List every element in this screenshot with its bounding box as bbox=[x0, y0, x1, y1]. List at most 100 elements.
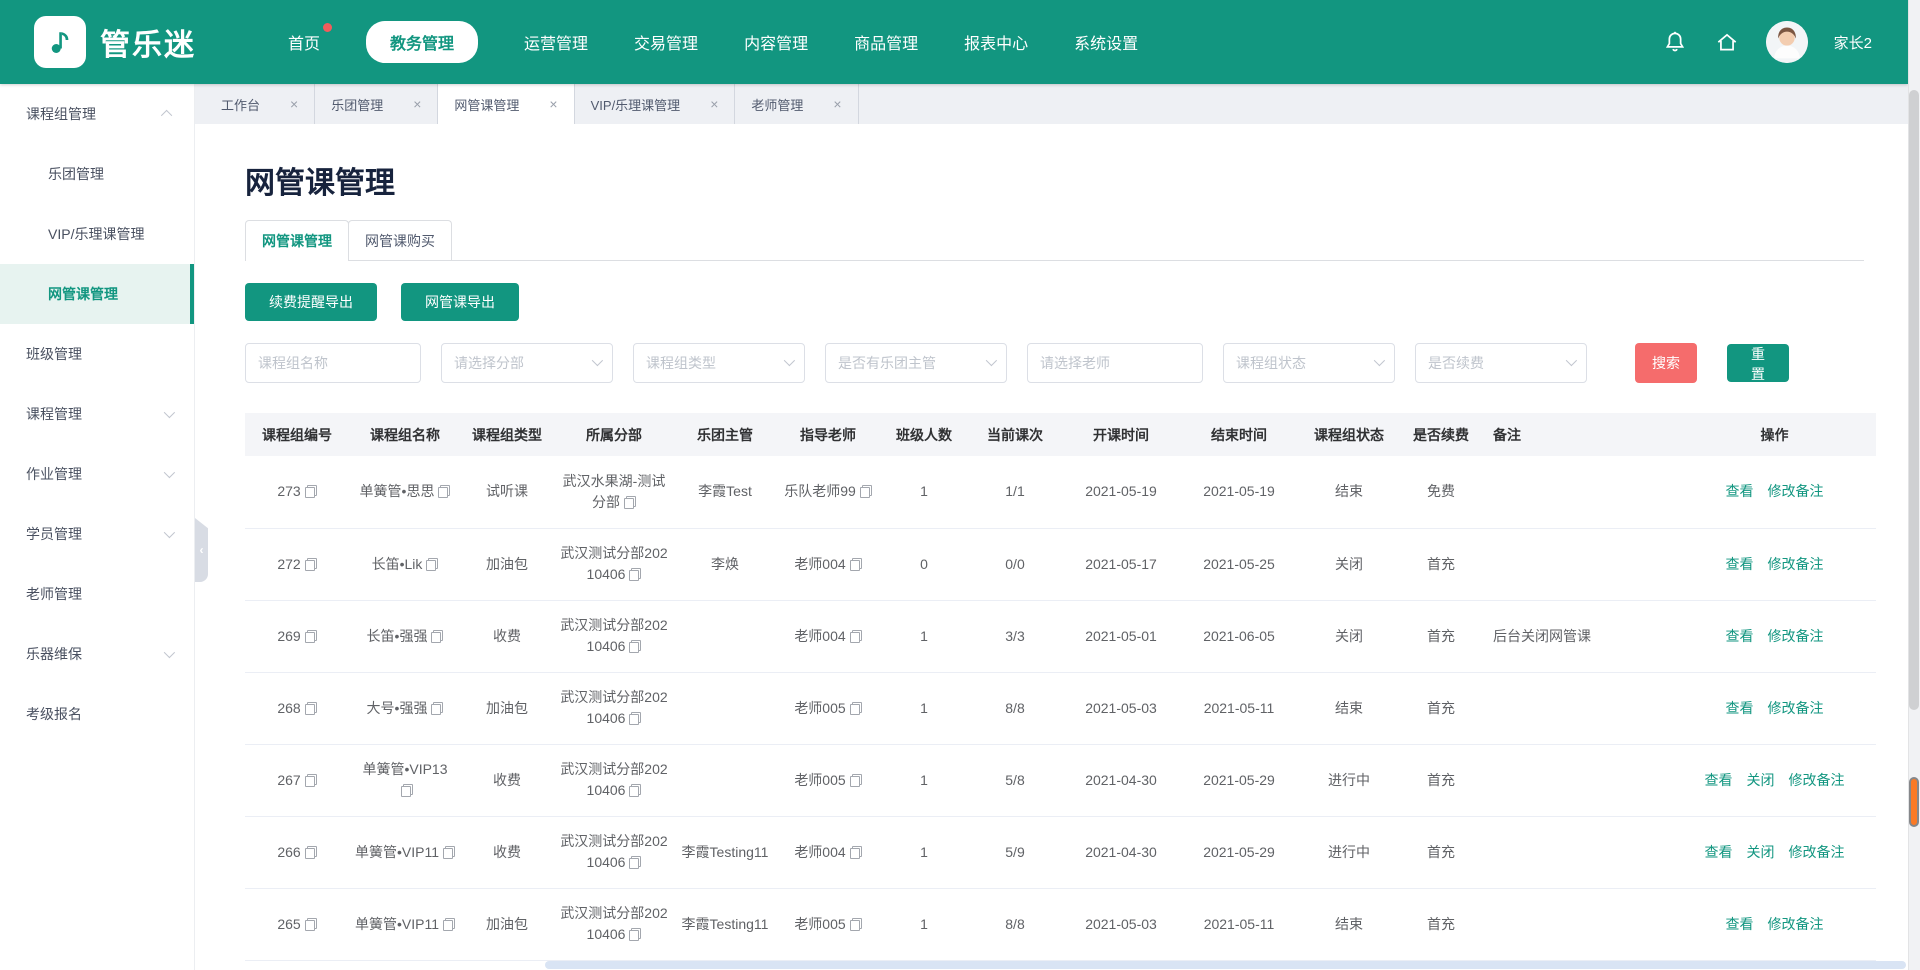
copy-icon[interactable] bbox=[629, 928, 641, 941]
close-icon[interactable]: × bbox=[833, 96, 841, 112]
page-tab[interactable]: 网管课购买 bbox=[348, 220, 452, 260]
action-link[interactable]: 关闭 bbox=[1747, 772, 1775, 788]
copy-icon[interactable] bbox=[438, 485, 450, 498]
scrollbar-marker[interactable] bbox=[1909, 777, 1919, 827]
sidebar-subitem[interactable]: 网管课管理 bbox=[0, 264, 194, 324]
export-button[interactable]: 续费提醒导出 bbox=[245, 283, 377, 321]
cell-students: 1 bbox=[881, 888, 967, 960]
filter-input-field[interactable] bbox=[1027, 343, 1203, 383]
copy-icon[interactable] bbox=[629, 568, 641, 581]
copy-icon[interactable] bbox=[305, 774, 317, 787]
nav-item[interactable]: 商品管理 bbox=[854, 30, 918, 54]
search-button[interactable]: 搜索 bbox=[1635, 343, 1697, 383]
copy-icon[interactable] bbox=[850, 774, 862, 787]
user-name[interactable]: 家长2 bbox=[1834, 32, 1872, 53]
action-link[interactable]: 查看 bbox=[1705, 844, 1733, 860]
sidebar-item[interactable]: 课程管理 bbox=[0, 384, 194, 444]
filter-select-field[interactable]: 课程组状态 bbox=[1223, 343, 1395, 383]
copy-icon[interactable] bbox=[305, 558, 317, 571]
filter-input-field[interactable] bbox=[245, 343, 421, 383]
close-icon[interactable]: × bbox=[413, 96, 421, 112]
open-tab[interactable]: 老师管理× bbox=[735, 84, 858, 124]
filter-select-field[interactable]: 是否有乐团主管 bbox=[825, 343, 1007, 383]
copy-icon[interactable] bbox=[305, 702, 317, 715]
action-link[interactable]: 修改备注 bbox=[1768, 628, 1824, 644]
copy-icon[interactable] bbox=[431, 702, 443, 715]
sidebar-item[interactable]: 学员管理 bbox=[0, 504, 194, 564]
copy-icon[interactable] bbox=[850, 630, 862, 643]
horizontal-scrollbar-thumb[interactable] bbox=[545, 961, 1906, 969]
filter-select-placeholder: 请选择分部 bbox=[454, 353, 524, 373]
avatar[interactable] bbox=[1766, 21, 1808, 63]
open-tab[interactable]: 工作台× bbox=[205, 84, 315, 124]
close-icon[interactable]: × bbox=[710, 96, 718, 112]
sidebar-item[interactable]: 考级报名 bbox=[0, 684, 194, 744]
filter-select-field[interactable]: 是否续费 bbox=[1415, 343, 1587, 383]
copy-icon[interactable] bbox=[624, 496, 636, 509]
open-tab[interactable]: 网管课管理× bbox=[438, 84, 574, 124]
copy-icon[interactable] bbox=[305, 630, 317, 643]
open-tab[interactable]: 乐团管理 × bbox=[315, 84, 438, 124]
action-link[interactable]: 修改备注 bbox=[1768, 556, 1824, 572]
copy-icon[interactable] bbox=[305, 918, 317, 931]
copy-icon[interactable] bbox=[860, 485, 872, 498]
copy-icon[interactable] bbox=[850, 846, 862, 859]
export-button[interactable]: 网管课导出 bbox=[401, 283, 519, 321]
action-link[interactable]: 修改备注 bbox=[1789, 772, 1845, 788]
nav-item[interactable]: 首页 bbox=[288, 30, 320, 54]
copy-icon[interactable] bbox=[305, 846, 317, 859]
nav-item[interactable]: 运营管理 bbox=[524, 30, 588, 54]
filter-select-field[interactable]: 课程组类型 bbox=[633, 343, 805, 383]
action-link[interactable]: 修改备注 bbox=[1768, 483, 1824, 499]
copy-icon[interactable] bbox=[850, 558, 862, 571]
nav-item[interactable]: 报表中心 bbox=[964, 30, 1028, 54]
copy-icon[interactable] bbox=[629, 784, 641, 797]
reset-button[interactable]: 重置 bbox=[1727, 344, 1789, 382]
action-link[interactable]: 查看 bbox=[1726, 916, 1754, 932]
copy-icon[interactable] bbox=[431, 630, 443, 643]
nav-item[interactable]: 教务管理 bbox=[366, 21, 478, 63]
action-link[interactable]: 查看 bbox=[1726, 556, 1754, 572]
close-icon[interactable]: × bbox=[549, 96, 557, 112]
copy-icon[interactable] bbox=[629, 856, 641, 869]
copy-icon[interactable] bbox=[443, 846, 455, 859]
action-link[interactable]: 关闭 bbox=[1747, 844, 1775, 860]
sidebar-item[interactable]: 乐器维保 bbox=[0, 624, 194, 684]
bell-icon[interactable] bbox=[1662, 29, 1688, 55]
main-nav: 首页 教务管理 运营管理 交易管理 内容管理 商品管理 报表中心 系统设置 bbox=[288, 21, 1138, 63]
action-link[interactable]: 修改备注 bbox=[1768, 916, 1824, 932]
action-link[interactable]: 查看 bbox=[1726, 628, 1754, 644]
sidebar-subitem[interactable]: 乐团管理 bbox=[0, 144, 194, 204]
table-row: 269长笛•强强收费武汉测试分部20210406老师00413/32021-05… bbox=[245, 600, 1876, 672]
action-link[interactable]: 修改备注 bbox=[1789, 844, 1845, 860]
open-tab[interactable]: VIP/乐理课管理× bbox=[575, 84, 736, 124]
action-link[interactable]: 查看 bbox=[1726, 483, 1754, 499]
open-tab-label: 乐团管理 bbox=[331, 95, 383, 114]
nav-item[interactable]: 系统设置 bbox=[1074, 30, 1138, 54]
page-tab[interactable]: 网管课管理 bbox=[245, 220, 349, 260]
sidebar-item[interactable]: 老师管理 bbox=[0, 564, 194, 624]
copy-icon[interactable] bbox=[629, 640, 641, 653]
sidebar-collapse-handle[interactable]: ‹ bbox=[195, 518, 208, 582]
copy-icon[interactable] bbox=[401, 784, 413, 797]
action-link[interactable]: 修改备注 bbox=[1768, 700, 1824, 716]
sidebar-item[interactable]: 作业管理 bbox=[0, 444, 194, 504]
copy-icon[interactable] bbox=[426, 558, 438, 571]
sidebar-item[interactable]: 班级管理 bbox=[0, 324, 194, 384]
vertical-scrollbar-thumb[interactable] bbox=[1909, 90, 1919, 710]
filter-select-field[interactable]: 请选择分部 bbox=[441, 343, 613, 383]
sidebar-subitem[interactable]: VIP/乐理课管理 bbox=[0, 204, 194, 264]
copy-icon[interactable] bbox=[629, 712, 641, 725]
copy-icon[interactable] bbox=[305, 485, 317, 498]
action-link[interactable]: 查看 bbox=[1726, 700, 1754, 716]
sidebar-item[interactable]: 课程组管理 bbox=[0, 84, 194, 144]
nav-item[interactable]: 内容管理 bbox=[744, 30, 808, 54]
sidebar-subitem-label: 网管课管理 bbox=[48, 284, 168, 304]
close-icon[interactable]: × bbox=[290, 96, 298, 112]
home-icon[interactable] bbox=[1714, 29, 1740, 55]
copy-icon[interactable] bbox=[850, 702, 862, 715]
nav-item[interactable]: 交易管理 bbox=[634, 30, 698, 54]
copy-icon[interactable] bbox=[443, 918, 455, 931]
action-link[interactable]: 查看 bbox=[1705, 772, 1733, 788]
copy-icon[interactable] bbox=[850, 918, 862, 931]
